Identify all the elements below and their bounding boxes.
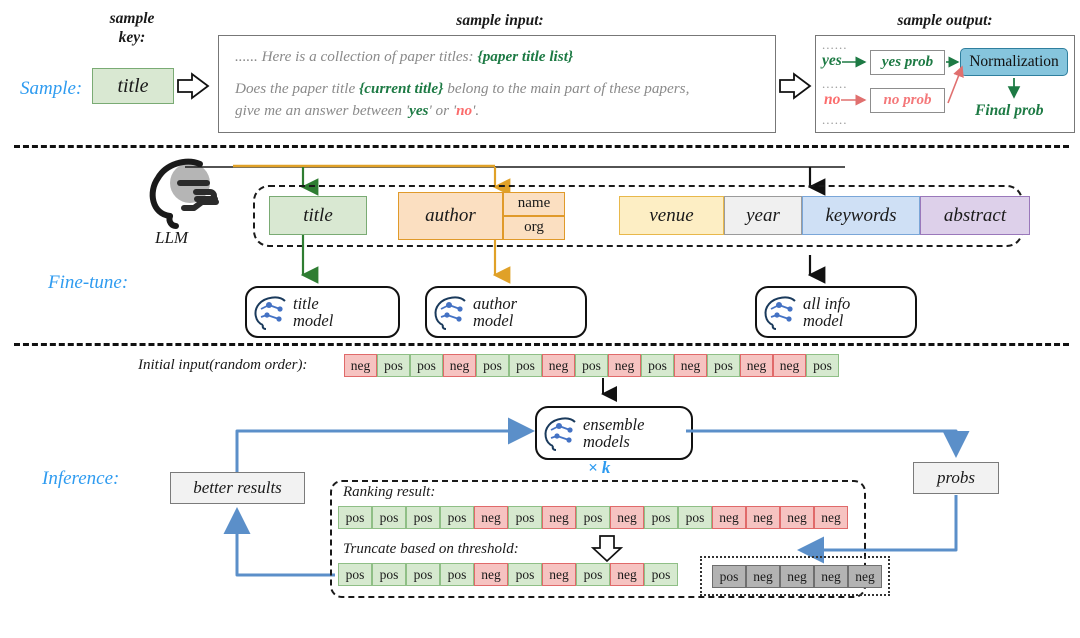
model-brain-icon	[254, 296, 286, 330]
initial-input-label: Initial input(random order):	[138, 357, 308, 373]
chip-pos: pos	[440, 563, 474, 586]
chip-pos: pos	[372, 506, 406, 529]
chip-neg: neg	[746, 506, 780, 529]
field-author-name-box[interactable]: name	[503, 192, 565, 216]
prompt-current-title: {current title}	[359, 80, 444, 97]
chip-neg: neg	[474, 506, 508, 529]
model-all-info-line1: all info	[803, 293, 851, 313]
chip-neg: neg	[773, 354, 806, 377]
chip-neg: neg	[746, 565, 780, 588]
chip-pos: pos	[372, 563, 406, 586]
chip-neg: neg	[344, 354, 377, 377]
sample-output-caption: sample output:	[897, 12, 993, 29]
chip-neg: neg	[610, 563, 644, 586]
initial-input-chips: neg pos pos neg pos pos neg pos neg pos neg pos neg n…	[344, 354, 839, 377]
ranking-result-label: Ranking result:	[343, 484, 436, 500]
ranking-result-chips: pos pos pos pos neg pos neg pos neg pos pos neg neg n…	[338, 506, 848, 529]
prompt-line1-text: ...... Here is a collection of paper tit…	[235, 48, 478, 65]
chip-pos: pos	[678, 506, 712, 529]
chip-pos: pos	[575, 354, 608, 377]
sample-key-caption-line2: key:	[118, 29, 146, 46]
model-brain-icon	[434, 296, 466, 330]
output-arrows	[841, 56, 1021, 106]
model-author[interactable]: author model	[425, 286, 587, 338]
field-keywords-box[interactable]: keywords	[802, 196, 920, 235]
chip-pos: pos	[377, 354, 410, 377]
prompt-line3-text-b: ' or '	[428, 102, 457, 119]
sample-input-caption: sample input:	[456, 12, 544, 29]
chip-neg: neg	[443, 354, 476, 377]
sample-input-box: ...... Here is a collection of paper tit…	[218, 35, 776, 133]
model-author-line1: author	[473, 293, 518, 313]
prompt-line3-text-c: '.	[472, 102, 480, 119]
chip-neg: neg	[542, 563, 576, 586]
chip-neg: neg	[814, 565, 848, 588]
chip-pos: pos	[644, 563, 678, 586]
chip-neg: neg	[712, 506, 746, 529]
field-year-box[interactable]: year	[724, 196, 802, 235]
chip-pos: pos	[644, 506, 678, 529]
chip-neg: neg	[610, 506, 644, 529]
chip-pos: pos	[406, 506, 440, 529]
chip-neg: neg	[542, 506, 576, 529]
divider-sample-finetune	[14, 145, 1069, 148]
chip-pos: pos	[508, 563, 542, 586]
sample-key-caption-line1: sample	[109, 10, 155, 27]
field-title-box[interactable]: title	[269, 196, 367, 235]
section-label-sample: Sample:	[20, 78, 83, 99]
arrow-key-to-input	[177, 72, 210, 100]
prompt-yes-token: yes	[409, 102, 429, 119]
section-label-finetune: Fine-tune:	[48, 272, 129, 293]
prompt-no-token: no	[456, 102, 473, 119]
model-title-line2: model	[293, 311, 334, 330]
chip-pos: pos	[806, 354, 839, 377]
chip-pos: pos	[440, 506, 474, 529]
chip-neg: neg	[740, 354, 773, 377]
model-brain-icon	[764, 296, 796, 330]
chip-pos: pos	[576, 506, 610, 529]
chip-neg: neg	[848, 565, 882, 588]
chip-neg: neg	[542, 354, 575, 377]
chip-pos: pos	[338, 506, 372, 529]
model-all-info[interactable]: all info model	[755, 286, 917, 338]
chip-neg: neg	[474, 563, 508, 586]
chip-neg: neg	[674, 354, 707, 377]
llm-label: LLM	[155, 228, 189, 247]
sample-key-box[interactable]: title	[92, 68, 174, 104]
prompt-paper-title-list: {paper title list}	[477, 48, 574, 65]
kept-chips: pos pos pos pos neg pos neg pos neg pos	[338, 563, 678, 586]
divider-finetune-inference	[14, 343, 1069, 346]
prompt-line2-text-c: belong to the main part of these papers,	[443, 80, 690, 97]
chip-pos: pos	[576, 563, 610, 586]
arrow-rank-to-truncate	[590, 535, 624, 563]
field-abstract-box[interactable]: abstract	[920, 196, 1030, 235]
field-author-box[interactable]: author	[398, 192, 503, 240]
chip-pos: pos	[707, 354, 740, 377]
chip-neg: neg	[780, 565, 814, 588]
chip-pos: pos	[641, 354, 674, 377]
chip-pos: pos	[410, 354, 443, 377]
chip-pos: pos	[508, 506, 542, 529]
prompt-line2-text-a: Does the paper title	[235, 80, 360, 97]
chip-neg: neg	[780, 506, 814, 529]
model-all-info-line2: model	[803, 311, 844, 330]
arrow-input-to-output	[779, 72, 812, 100]
prompt-line3-text-a: give me an answer between '	[235, 102, 410, 119]
chip-neg: neg	[814, 506, 848, 529]
chip-neg: neg	[608, 354, 641, 377]
discarded-chips: pos neg neg neg neg	[712, 565, 882, 588]
truncate-label: Truncate based on threshold:	[343, 541, 519, 557]
finetune-to-model-arrows	[300, 235, 826, 284]
model-author-line2: model	[473, 311, 514, 330]
chip-pos: pos	[476, 354, 509, 377]
chip-pos: pos	[338, 563, 372, 586]
chip-pos: pos	[509, 354, 542, 377]
model-title[interactable]: title model	[245, 286, 400, 338]
model-title-line1: title	[293, 293, 319, 313]
chip-pos: pos	[406, 563, 440, 586]
field-venue-box[interactable]: venue	[619, 196, 724, 235]
chip-pos: pos	[712, 565, 746, 588]
